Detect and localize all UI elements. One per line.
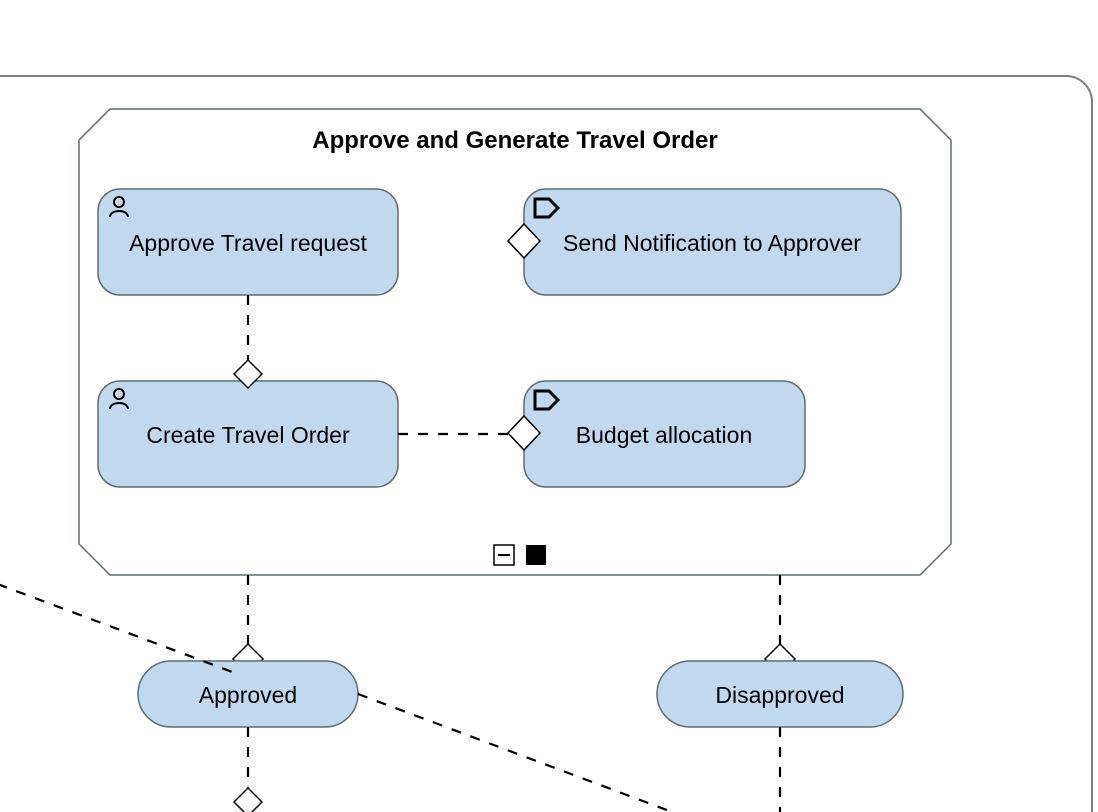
task-label: Budget allocation — [576, 422, 752, 448]
port-diamond — [234, 788, 262, 812]
task-budget-allocation[interactable]: Budget allocation — [524, 381, 805, 487]
task-label: Approve Travel request — [129, 230, 367, 256]
subprocess-container[interactable] — [79, 109, 951, 575]
state-disapproved[interactable]: Disapproved — [657, 661, 903, 727]
state-label: Approved — [199, 682, 297, 708]
task-create-travel-order[interactable]: Create Travel Order — [98, 381, 398, 487]
diagram-canvas: Approve and Generate Travel Order Approv… — [0, 0, 1098, 812]
task-send-notification[interactable]: Send Notification to Approver — [524, 189, 901, 295]
adhoc-marker-icon — [526, 545, 546, 565]
flow-incoming-left — [0, 570, 235, 673]
state-label: Disapproved — [715, 682, 844, 708]
task-approve-travel-request[interactable]: Approve Travel request — [98, 189, 398, 295]
task-label: Send Notification to Approver — [563, 230, 861, 256]
task-label: Create Travel Order — [146, 422, 350, 448]
subprocess-title: Approve and Generate Travel Order — [312, 127, 717, 154]
state-approved[interactable]: Approved — [138, 661, 358, 727]
